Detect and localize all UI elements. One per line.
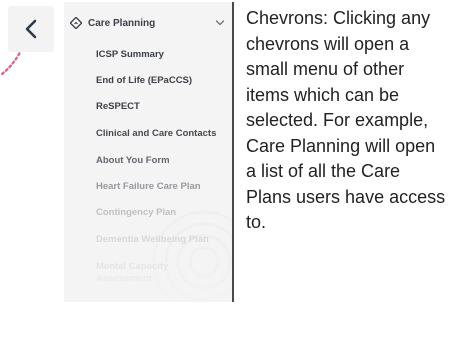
chevron-left-icon — [25, 19, 37, 39]
menu-item-assessment[interactable]: Assessment — [96, 273, 226, 289]
menu-item-respect[interactable]: ReSPECT — [96, 101, 226, 117]
menu-item-clinical-care-contacts[interactable]: Clinical and Care Contacts — [96, 128, 226, 144]
menu-header-label: Care Planning — [88, 17, 156, 29]
menu-header-care-planning[interactable]: Care Planning — [70, 11, 225, 35]
menu-item-end-of-life[interactable]: End of Life (EPaCCS) — [96, 75, 226, 91]
chevron-down-icon[interactable] — [215, 19, 225, 27]
menu-item-icsp-summary[interactable]: ICSP Summary — [96, 49, 226, 65]
menu-item-about-you-form[interactable]: About You Form — [96, 155, 226, 171]
explanation-text: Chevrons: Clicking any chevrons will ope… — [246, 8, 446, 232]
care-planning-menu: Care Planning ICSP Summary End of Life (… — [64, 2, 233, 302]
menu-item-contingency-plan[interactable]: Contingency Plan — [96, 207, 226, 223]
menu-item-dementia-wellbeing-plan[interactable]: Dementia Wellbeing Plan — [96, 234, 226, 250]
divider — [232, 2, 234, 302]
menu-item-heart-failure-care-plan[interactable]: Heart Failure Care Plan — [96, 181, 226, 197]
back-button[interactable] — [8, 6, 54, 52]
diamond-route-icon — [70, 17, 82, 29]
